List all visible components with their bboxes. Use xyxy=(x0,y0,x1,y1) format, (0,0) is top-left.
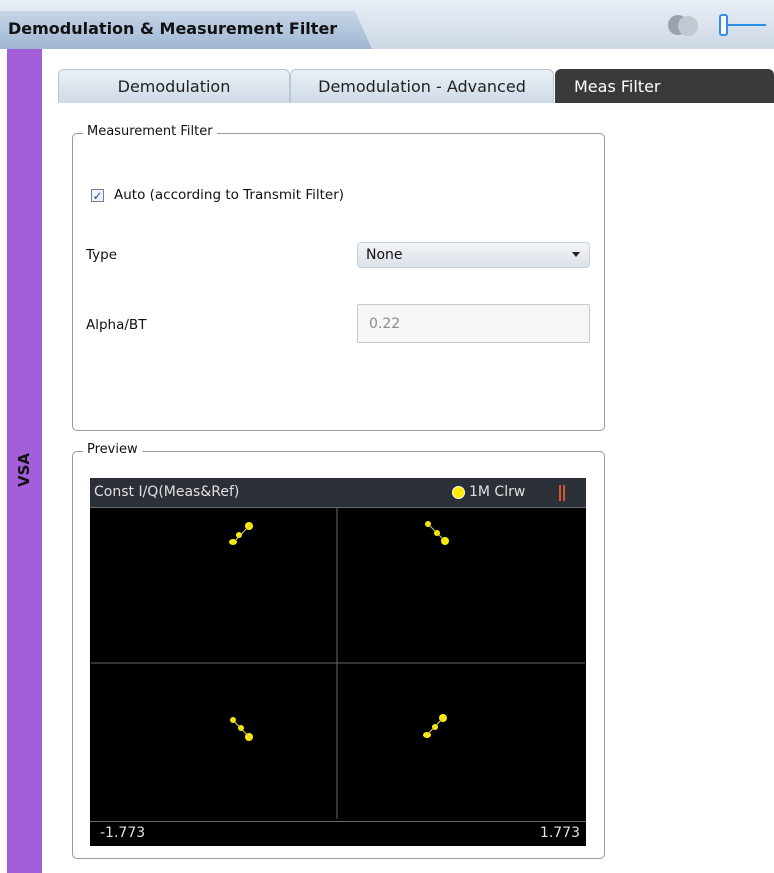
constellation-plot xyxy=(91,508,585,819)
alpha-field[interactable]: 0.22 xyxy=(357,304,590,343)
sidebar-label: VSA xyxy=(15,452,33,488)
trace-marks xyxy=(559,485,567,501)
type-label: Type xyxy=(86,247,118,263)
window-title: Demodulation & Measurement Filter xyxy=(8,19,338,38)
measurement-filter-legend: Measurement Filter xyxy=(83,124,217,139)
auto-checkbox[interactable]: ✓ xyxy=(91,189,104,202)
trace-label: 1M Clrw xyxy=(469,484,526,500)
chevron-down-icon xyxy=(572,252,580,257)
alpha-field-value: 0.22 xyxy=(369,315,401,332)
tab-demodulation[interactable]: Demodulation xyxy=(58,69,290,103)
auto-checkbox-label[interactable]: Auto (according to Transmit Filter) xyxy=(114,187,344,203)
preview-legend: Preview xyxy=(83,442,142,457)
circles-icon[interactable] xyxy=(666,12,702,38)
title-icons xyxy=(666,10,766,40)
symbol-cluster-bottom-right xyxy=(423,714,447,738)
symbol-cluster-bottom-left xyxy=(230,717,253,741)
tab-bar: Demodulation Demodulation - Advanced Mea… xyxy=(58,69,774,103)
type-select-value: None xyxy=(366,247,403,263)
trace-indicator xyxy=(452,486,465,499)
symbol-cluster-top-left xyxy=(229,522,253,545)
display-footer: -1.773 1.773 xyxy=(90,821,586,846)
tab-demodulation-advanced[interactable]: Demodulation - Advanced xyxy=(290,69,554,103)
tab-meas-filter[interactable]: Meas Filter xyxy=(555,69,774,103)
axis-max-label: 1.773 xyxy=(539,825,580,841)
slider-icon[interactable] xyxy=(714,14,766,36)
constellation-display: Const I/Q(Meas&Ref) 1M Clrw -1.773 1.773 xyxy=(90,478,586,846)
measurement-filter-group: Measurement Filter ✓ Auto (according to … xyxy=(72,124,605,431)
display-header: Const I/Q(Meas&Ref) 1M Clrw xyxy=(90,478,586,508)
preview-group: Preview Const I/Q(Meas&Ref) 1M Clrw -1.7… xyxy=(72,442,605,859)
display-title: Const I/Q(Meas&Ref) xyxy=(94,484,240,500)
title-bar: Demodulation & Measurement Filter xyxy=(0,0,774,49)
axis-min-label: -1.773 xyxy=(100,825,146,841)
symbol-cluster-top-right xyxy=(425,521,449,545)
type-select[interactable]: None xyxy=(357,242,590,268)
alpha-label: Alpha/BT xyxy=(86,317,147,333)
